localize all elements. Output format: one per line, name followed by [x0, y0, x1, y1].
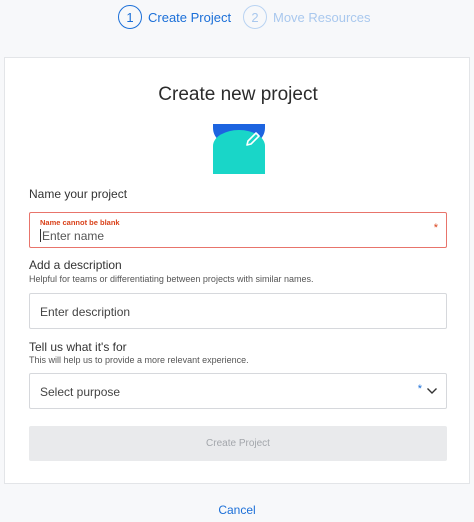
stepper: 1 Create Project 2 Move Resources — [0, 4, 474, 30]
purpose-select[interactable]: Select purpose * — [29, 373, 447, 409]
name-label: Name your project — [29, 187, 128, 201]
description-label: Add a description — [29, 258, 122, 272]
page-title: Create new project — [158, 84, 318, 105]
description-placeholder: Enter description — [40, 305, 131, 319]
purpose-selected-value: Select purpose — [40, 385, 121, 399]
step-label: Move Resources — [273, 9, 371, 25]
required-marker: * — [433, 222, 438, 234]
chevron-down-icon — [427, 388, 437, 394]
step-create-project: 1 Create Project — [118, 4, 231, 30]
purpose-label: Tell us what it's for — [29, 340, 127, 354]
step-move-resources: 2 Move Resources — [243, 4, 371, 30]
required-marker: * — [417, 383, 422, 395]
cancel-link[interactable]: Cancel — [0, 503, 474, 517]
project-name-input[interactable]: Name cannot be blank Enter name * — [29, 212, 447, 248]
step-number: 2 — [243, 5, 267, 29]
text-cursor — [40, 229, 41, 242]
project-logo-icon — [213, 124, 265, 174]
description-input[interactable]: Enter description — [29, 293, 447, 329]
purpose-helper: This will help us to provide a more rele… — [29, 355, 249, 365]
name-placeholder: Enter name — [42, 229, 105, 243]
step-label: Create Project — [148, 9, 232, 25]
name-error-message: Name cannot be blank — [40, 218, 120, 227]
create-project-card: Create new project Name your project Nam… — [4, 57, 470, 484]
create-project-button[interactable]: Create Project — [29, 426, 447, 461]
step-number: 1 — [118, 5, 142, 29]
description-helper: Helpful for teams or differentiating bet… — [29, 274, 314, 284]
